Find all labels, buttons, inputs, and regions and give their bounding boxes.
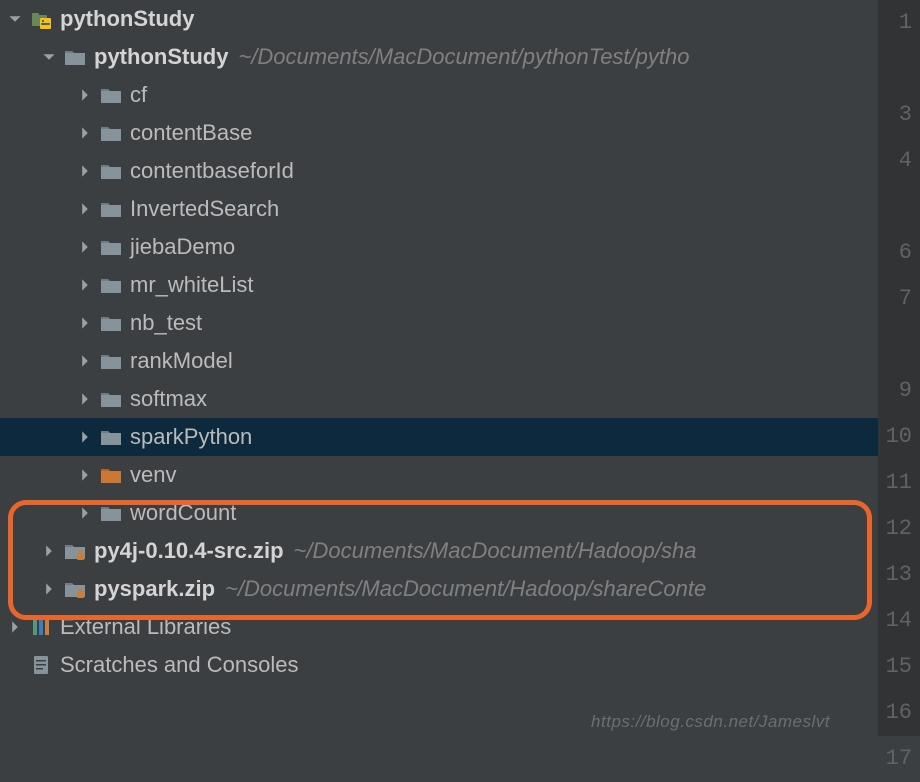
folder-icon (100, 312, 122, 334)
gutter-line-number: 17 (878, 736, 912, 782)
chevron-right-icon[interactable] (76, 314, 94, 332)
gutter-line-number: 4 (878, 138, 912, 184)
gutter-line-number: 15 (878, 644, 912, 690)
tree-row-folder[interactable]: wordCount (0, 494, 878, 532)
archive-icon (64, 540, 86, 562)
project-python-icon (30, 8, 52, 30)
folder-icon (64, 46, 86, 68)
tree-row-folder[interactable]: rankModel (0, 342, 878, 380)
gutter-line-number (878, 46, 912, 92)
folder-icon (100, 388, 122, 410)
zip-hint: ~/Documents/MacDocument/Hadoop/shareCont… (225, 576, 706, 602)
folder-icon (100, 122, 122, 144)
tree-row-folder[interactable]: jiebaDemo (0, 228, 878, 266)
tree-row-folder[interactable]: InvertedSearch (0, 190, 878, 228)
chevron-right-icon[interactable] (76, 466, 94, 484)
folder-label: mr_whiteList (130, 272, 253, 298)
chevron-right-icon[interactable] (76, 352, 94, 370)
chevron-right-icon[interactable] (76, 428, 94, 446)
tree-row-folder[interactable]: nb_test (0, 304, 878, 342)
folder-icon (100, 350, 122, 372)
folder-label: rankModel (130, 348, 233, 374)
scratches-icon (30, 654, 52, 676)
folder-label: jiebaDemo (130, 234, 235, 260)
editor-gutter: 1346791011121314151617 (878, 0, 920, 736)
project-tree-panel: pythonStudy pythonStudy ~/Documents/MacD… (0, 0, 878, 736)
chevron-right-icon[interactable] (6, 618, 24, 636)
chevron-down-icon[interactable] (6, 10, 24, 28)
tree-row-folder[interactable]: contentBase (0, 114, 878, 152)
chevron-right-icon[interactable] (76, 238, 94, 256)
module-hint: ~/Documents/MacDocument/pythonTest/pytho (238, 44, 689, 70)
chevron-right-icon[interactable] (76, 124, 94, 142)
tree-row-module[interactable]: pythonStudy ~/Documents/MacDocument/pyth… (0, 38, 878, 76)
folder-icon (100, 160, 122, 182)
project-root-label: pythonStudy (60, 6, 194, 32)
folder-label: venv (130, 462, 176, 488)
folder-label: contentBase (130, 120, 252, 146)
external-libraries-icon (30, 616, 52, 638)
folder-label: contentbaseforId (130, 158, 294, 184)
chevron-right-icon[interactable] (76, 86, 94, 104)
tree-row-project-root[interactable]: pythonStudy (0, 0, 878, 38)
module-label: pythonStudy (94, 44, 228, 70)
folder-icon (100, 426, 122, 448)
tree-row-folder[interactable]: contentbaseforId (0, 152, 878, 190)
folder-icon (100, 502, 122, 524)
gutter-line-number: 14 (878, 598, 912, 644)
folder-icon (100, 84, 122, 106)
gutter-line-number (878, 322, 912, 368)
folder-label: sparkPython (130, 424, 252, 450)
chevron-right-icon[interactable] (76, 504, 94, 522)
gutter-line-number: 16 (878, 690, 912, 736)
tree-row-folder[interactable]: sparkPython (0, 418, 878, 456)
chevron-right-icon[interactable] (76, 200, 94, 218)
folder-label: cf (130, 82, 147, 108)
tree-row-zip[interactable]: py4j-0.10.4-src.zip ~/Documents/MacDocum… (0, 532, 878, 570)
zip-hint: ~/Documents/MacDocument/Hadoop/sha (294, 538, 697, 564)
tree-row-folder[interactable]: mr_whiteList (0, 266, 878, 304)
chevron-right-icon[interactable] (40, 542, 58, 560)
tree-row-zip[interactable]: pyspark.zip ~/Documents/MacDocument/Hado… (0, 570, 878, 608)
tree-row-folder[interactable]: cf (0, 76, 878, 114)
folder-label: InvertedSearch (130, 196, 279, 222)
tree-row-folder[interactable]: venv (0, 456, 878, 494)
tree-row-scratches[interactable]: Scratches and Consoles (0, 646, 878, 684)
chevron-right-icon[interactable] (76, 162, 94, 180)
gutter-line-number: 13 (878, 552, 912, 598)
folder-icon (100, 198, 122, 220)
watermark-text: https://blog.csdn.net/Jameslvt (591, 712, 830, 732)
tree-row-folder[interactable]: softmax (0, 380, 878, 418)
zip-label: pyspark.zip (94, 576, 215, 602)
scratches-label: Scratches and Consoles (60, 652, 298, 678)
folder-label: softmax (130, 386, 207, 412)
gutter-line-number: 7 (878, 276, 912, 322)
chevron-right-icon[interactable] (40, 580, 58, 598)
gutter-line-number: 3 (878, 92, 912, 138)
archive-icon (64, 578, 86, 600)
zip-label: py4j-0.10.4-src.zip (94, 538, 284, 564)
gutter-line-number: 6 (878, 230, 912, 276)
gutter-line-number: 9 (878, 368, 912, 414)
gutter-line-number: 12 (878, 506, 912, 552)
folder-label: wordCount (130, 500, 236, 526)
chevron-right-icon[interactable] (76, 390, 94, 408)
gutter-line-number (878, 184, 912, 230)
tree-row-external-libraries[interactable]: External Libraries (0, 608, 878, 646)
folder-icon (100, 274, 122, 296)
folder-excluded-icon (100, 464, 122, 486)
chevron-down-icon[interactable] (40, 48, 58, 66)
gutter-line-number: 11 (878, 460, 912, 506)
folder-label: nb_test (130, 310, 202, 336)
folder-icon (100, 236, 122, 258)
chevron-right-icon[interactable] (76, 276, 94, 294)
external-libraries-label: External Libraries (60, 614, 231, 640)
gutter-line-number: 1 (878, 0, 912, 46)
gutter-line-number: 10 (878, 414, 912, 460)
